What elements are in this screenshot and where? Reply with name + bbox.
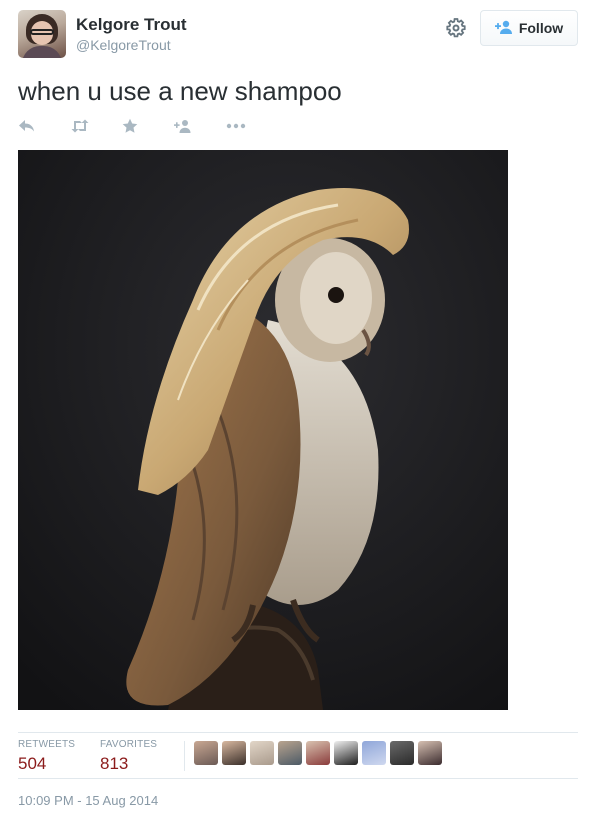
favoriter-avatar[interactable] [222,741,246,765]
favoriter-avatar[interactable] [418,741,442,765]
favoriter-avatar[interactable] [278,741,302,765]
retweet-icon[interactable] [70,119,122,133]
favorites-label: FAVORITES [100,739,158,750]
tweet-stats: RETWEETS 504 FAVORITES 813 [18,732,578,779]
avatar[interactable] [18,10,66,58]
follow-icon[interactable] [174,119,226,133]
favorited-by-avatars [194,741,442,765]
tweet-text: when u use a new shampoo [18,76,342,106]
user-handle[interactable]: @KelgoreTrout [76,36,187,54]
favoriter-avatar[interactable] [390,741,414,765]
reply-icon[interactable] [18,119,70,133]
tweet-photo[interactable] [18,150,508,710]
add-user-icon [494,20,513,37]
user-name-block[interactable]: Kelgore Trout @KelgoreTrout [76,15,187,54]
follow-label: Follow [518,20,564,36]
favorites-count: 813 [100,754,129,773]
favoriter-avatar[interactable] [334,741,358,765]
favorites-stat[interactable]: FAVORITES 813 [100,739,157,775]
tweet-timestamp[interactable]: 10:09 PM - 15 Aug 2014 [18,793,158,809]
tweet-header: Kelgore Trout @KelgoreTrout Follow [18,10,580,60]
gear-icon[interactable] [444,16,468,40]
favoriter-avatar[interactable] [194,741,218,765]
favorite-icon[interactable] [122,118,174,134]
favoriter-avatar[interactable] [306,741,330,765]
follow-button[interactable]: Follow [480,10,578,46]
favoriter-avatar[interactable] [250,741,274,765]
display-name[interactable]: Kelgore Trout [76,15,187,35]
stats-divider [184,741,185,771]
retweets-count: 504 [18,754,47,773]
retweets-stat[interactable]: RETWEETS 504 [18,739,75,775]
tweet-actions [18,116,278,136]
retweets-label: RETWEETS [18,739,76,750]
favoriter-avatar[interactable] [362,741,386,765]
more-icon[interactable] [226,123,278,129]
